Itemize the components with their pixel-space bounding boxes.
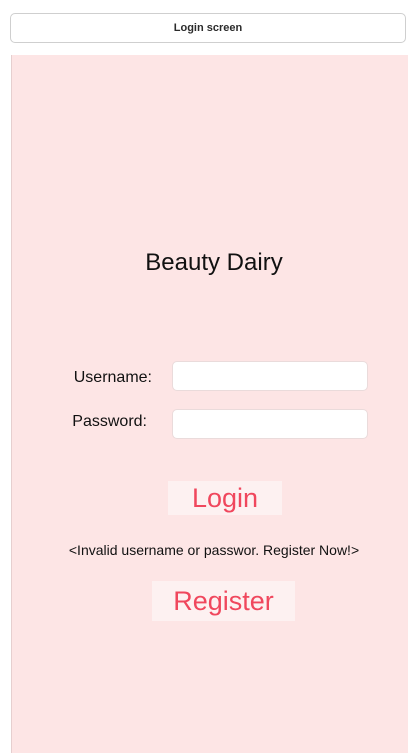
app-title: Beauty Dairy	[145, 249, 283, 276]
register-button[interactable]: Register	[152, 581, 295, 621]
login-button[interactable]: Login	[168, 481, 282, 515]
username-input[interactable]	[172, 361, 368, 391]
password-input[interactable]	[172, 409, 368, 439]
window-title: Login screen	[173, 22, 243, 34]
window-title-bar: Login screen	[10, 13, 406, 43]
username-label: Username:	[73, 369, 152, 386]
password-label: Password:	[72, 413, 147, 430]
login-screen: Beauty Dairy Username: Password: Login <…	[11, 55, 408, 753]
error-message: <Invalid username or passwor. Register N…	[68, 542, 360, 558]
